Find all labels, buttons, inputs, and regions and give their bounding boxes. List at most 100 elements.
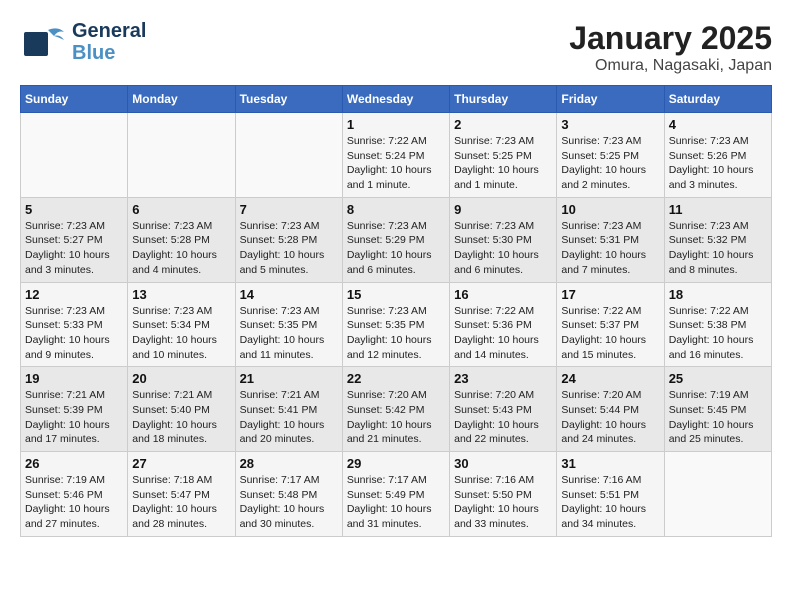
day-number: 1: [347, 117, 445, 132]
day-info: Sunrise: 7:21 AM Sunset: 5:41 PM Dayligh…: [240, 388, 338, 447]
day-number: 31: [561, 456, 659, 471]
calendar-day-18: 18Sunrise: 7:22 AM Sunset: 5:38 PM Dayli…: [664, 282, 771, 367]
calendar-day-27: 27 Sunrise: 7:18 AM Sunset: 5:47 PM Dayli…: [128, 452, 235, 537]
calendar-day-26: 26 Sunrise: 7:19 AM Sunset: 5:46 PM Dayli…: [21, 452, 128, 537]
day-number: 21: [240, 371, 338, 386]
calendar-week-5: 26 Sunrise: 7:19 AM Sunset: 5:46 PM Dayli…: [21, 452, 772, 537]
day-info: Sunrise: 7:23 AM Sunset: 5:28 PM Dayligh…: [240, 219, 338, 278]
logo-general: General: [72, 20, 146, 42]
day-number: 7: [240, 202, 338, 217]
day-info: Sunrise: 7:21 AM Sunset: 5:40 PM Dayligh…: [132, 388, 230, 447]
day-info: Sunrise: 7:23 AM Sunset: 5:25 PM Dayligh…: [561, 134, 659, 193]
calendar-day-11: 11 Sunrise: 7:23 AM Sunset: 5:32 PM Dayli…: [664, 197, 771, 282]
calendar-day-2: 2 Sunrise: 7:23 AM Sunset: 5:25 PM Daylig…: [450, 113, 557, 198]
calendar-day-5: 5 Sunrise: 7:23 AM Sunset: 5:27 PM Daylig…: [21, 197, 128, 282]
day-info: Sunrise: 7:17 AM Sunset: 5:49 PM Dayligh…: [347, 473, 445, 532]
calendar-title-block: January 2025 Omura, Nagasaki, Japan: [569, 20, 772, 75]
day-header-wednesday: Wednesday: [342, 86, 449, 113]
page-header: General Blue January 2025 Omura, Nagasak…: [20, 20, 772, 75]
day-number: 24: [561, 371, 659, 386]
day-number: 13: [132, 287, 230, 302]
day-number: 23: [454, 371, 552, 386]
calendar-day-7: 7 Sunrise: 7:23 AM Sunset: 5:28 PM Daylig…: [235, 197, 342, 282]
day-info: Sunrise: 7:23 AM Sunset: 5:25 PM Dayligh…: [454, 134, 552, 193]
logo-icon: [20, 22, 68, 62]
day-info: Sunrise: 7:23 AM Sunset: 5:27 PM Dayligh…: [25, 219, 123, 278]
day-number: 17: [561, 287, 659, 302]
day-number: 2: [454, 117, 552, 132]
day-info: Sunrise: 7:16 AM Sunset: 5:50 PM Dayligh…: [454, 473, 552, 532]
calendar-subtitle: Omura, Nagasaki, Japan: [569, 57, 772, 75]
calendar-empty: [21, 113, 128, 198]
day-info: Sunrise: 7:23 AM Sunset: 5:29 PM Dayligh…: [347, 219, 445, 278]
calendar-empty: [664, 452, 771, 537]
calendar-day-23: 23 Sunrise: 7:20 AM Sunset: 5:43 PM Dayli…: [450, 367, 557, 452]
day-info: Sunrise: 7:16 AM Sunset: 5:51 PM Dayligh…: [561, 473, 659, 532]
day-header-sunday: Sunday: [21, 86, 128, 113]
day-info: Sunrise: 7:23 AM Sunset: 5:28 PM Dayligh…: [132, 219, 230, 278]
calendar-empty: [128, 113, 235, 198]
day-number: 27: [132, 456, 230, 471]
calendar-day-1: 1 Sunrise: 7:22 AM Sunset: 5:24 PM Daylig…: [342, 113, 449, 198]
day-info: Sunrise: 7:23 AM Sunset: 5:26 PM Dayligh…: [669, 134, 767, 193]
day-header-thursday: Thursday: [450, 86, 557, 113]
calendar-day-16: 16 Sunrise: 7:22 AM Sunset: 5:36 PM Dayli…: [450, 282, 557, 367]
day-info: Sunrise: 7:17 AM Sunset: 5:48 PM Dayligh…: [240, 473, 338, 532]
day-info: Sunrise: 7:23 AM Sunset: 5:35 PM Dayligh…: [347, 304, 445, 363]
day-number: 20: [132, 371, 230, 386]
day-info: Sunrise: 7:22 AM Sunset: 5:36 PM Dayligh…: [454, 304, 552, 363]
day-info: Sunrise: 7:23 AM Sunset: 5:31 PM Dayligh…: [561, 219, 659, 278]
calendar-day-30: 30Sunrise: 7:16 AM Sunset: 5:50 PM Dayli…: [450, 452, 557, 537]
day-info: Sunrise: 7:18 AM Sunset: 5:47 PM Dayligh…: [132, 473, 230, 532]
calendar-day-10: 10Sunrise: 7:23 AM Sunset: 5:31 PM Dayli…: [557, 197, 664, 282]
day-info: Sunrise: 7:23 AM Sunset: 5:33 PM Dayligh…: [25, 304, 123, 363]
day-header-monday: Monday: [128, 86, 235, 113]
day-number: 19: [25, 371, 123, 386]
day-info: Sunrise: 7:22 AM Sunset: 5:24 PM Dayligh…: [347, 134, 445, 193]
calendar-day-6: 6 Sunrise: 7:23 AM Sunset: 5:28 PM Daylig…: [128, 197, 235, 282]
day-number: 14: [240, 287, 338, 302]
day-info: Sunrise: 7:23 AM Sunset: 5:32 PM Dayligh…: [669, 219, 767, 278]
day-info: Sunrise: 7:19 AM Sunset: 5:46 PM Dayligh…: [25, 473, 123, 532]
day-header-tuesday: Tuesday: [235, 86, 342, 113]
day-info: Sunrise: 7:20 AM Sunset: 5:42 PM Dayligh…: [347, 388, 445, 447]
day-info: Sunrise: 7:22 AM Sunset: 5:38 PM Dayligh…: [669, 304, 767, 363]
calendar-day-29: 29 Sunrise: 7:17 AM Sunset: 5:49 PM Dayli…: [342, 452, 449, 537]
calendar-day-25: 25Sunrise: 7:19 AM Sunset: 5:45 PM Dayli…: [664, 367, 771, 452]
calendar-day-4: 4 Sunrise: 7:23 AM Sunset: 5:26 PM Daylig…: [664, 113, 771, 198]
calendar-week-1: 1 Sunrise: 7:22 AM Sunset: 5:24 PM Daylig…: [21, 113, 772, 198]
day-number: 5: [25, 202, 123, 217]
calendar-title: January 2025: [569, 20, 772, 57]
calendar-table: SundayMondayTuesdayWednesdayThursdayFrid…: [20, 85, 772, 537]
day-info: Sunrise: 7:20 AM Sunset: 5:44 PM Dayligh…: [561, 388, 659, 447]
day-number: 22: [347, 371, 445, 386]
day-number: 15: [347, 287, 445, 302]
day-number: 29: [347, 456, 445, 471]
calendar-day-3: 3Sunrise: 7:23 AM Sunset: 5:25 PM Daylig…: [557, 113, 664, 198]
calendar-day-31: 31 Sunrise: 7:16 AM Sunset: 5:51 PM Dayli…: [557, 452, 664, 537]
logo: General Blue: [20, 20, 146, 64]
day-number: 11: [669, 202, 767, 217]
calendar-day-14: 14 Sunrise: 7:23 AM Sunset: 5:35 PM Dayli…: [235, 282, 342, 367]
day-info: Sunrise: 7:23 AM Sunset: 5:35 PM Dayligh…: [240, 304, 338, 363]
day-number: 26: [25, 456, 123, 471]
day-number: 6: [132, 202, 230, 217]
calendar-header-row: SundayMondayTuesdayWednesdayThursdayFrid…: [21, 86, 772, 113]
day-number: 12: [25, 287, 123, 302]
calendar-week-3: 12 Sunrise: 7:23 AM Sunset: 5:33 PM Dayli…: [21, 282, 772, 367]
day-number: 4: [669, 117, 767, 132]
calendar-day-15: 15 Sunrise: 7:23 AM Sunset: 5:35 PM Dayli…: [342, 282, 449, 367]
day-info: Sunrise: 7:23 AM Sunset: 5:34 PM Dayligh…: [132, 304, 230, 363]
calendar-day-22: 22 Sunrise: 7:20 AM Sunset: 5:42 PM Dayli…: [342, 367, 449, 452]
calendar-day-28: 28Sunrise: 7:17 AM Sunset: 5:48 PM Dayli…: [235, 452, 342, 537]
day-number: 16: [454, 287, 552, 302]
calendar-week-4: 19Sunrise: 7:21 AM Sunset: 5:39 PM Dayli…: [21, 367, 772, 452]
calendar-day-17: 17 Sunrise: 7:22 AM Sunset: 5:37 PM Dayli…: [557, 282, 664, 367]
calendar-week-2: 5 Sunrise: 7:23 AM Sunset: 5:27 PM Daylig…: [21, 197, 772, 282]
calendar-day-19: 19Sunrise: 7:21 AM Sunset: 5:39 PM Dayli…: [21, 367, 128, 452]
calendar-day-13: 13 Sunrise: 7:23 AM Sunset: 5:34 PM Dayli…: [128, 282, 235, 367]
day-info: Sunrise: 7:22 AM Sunset: 5:37 PM Dayligh…: [561, 304, 659, 363]
day-header-friday: Friday: [557, 86, 664, 113]
calendar-day-21: 21 Sunrise: 7:21 AM Sunset: 5:41 PM Dayli…: [235, 367, 342, 452]
day-info: Sunrise: 7:20 AM Sunset: 5:43 PM Dayligh…: [454, 388, 552, 447]
